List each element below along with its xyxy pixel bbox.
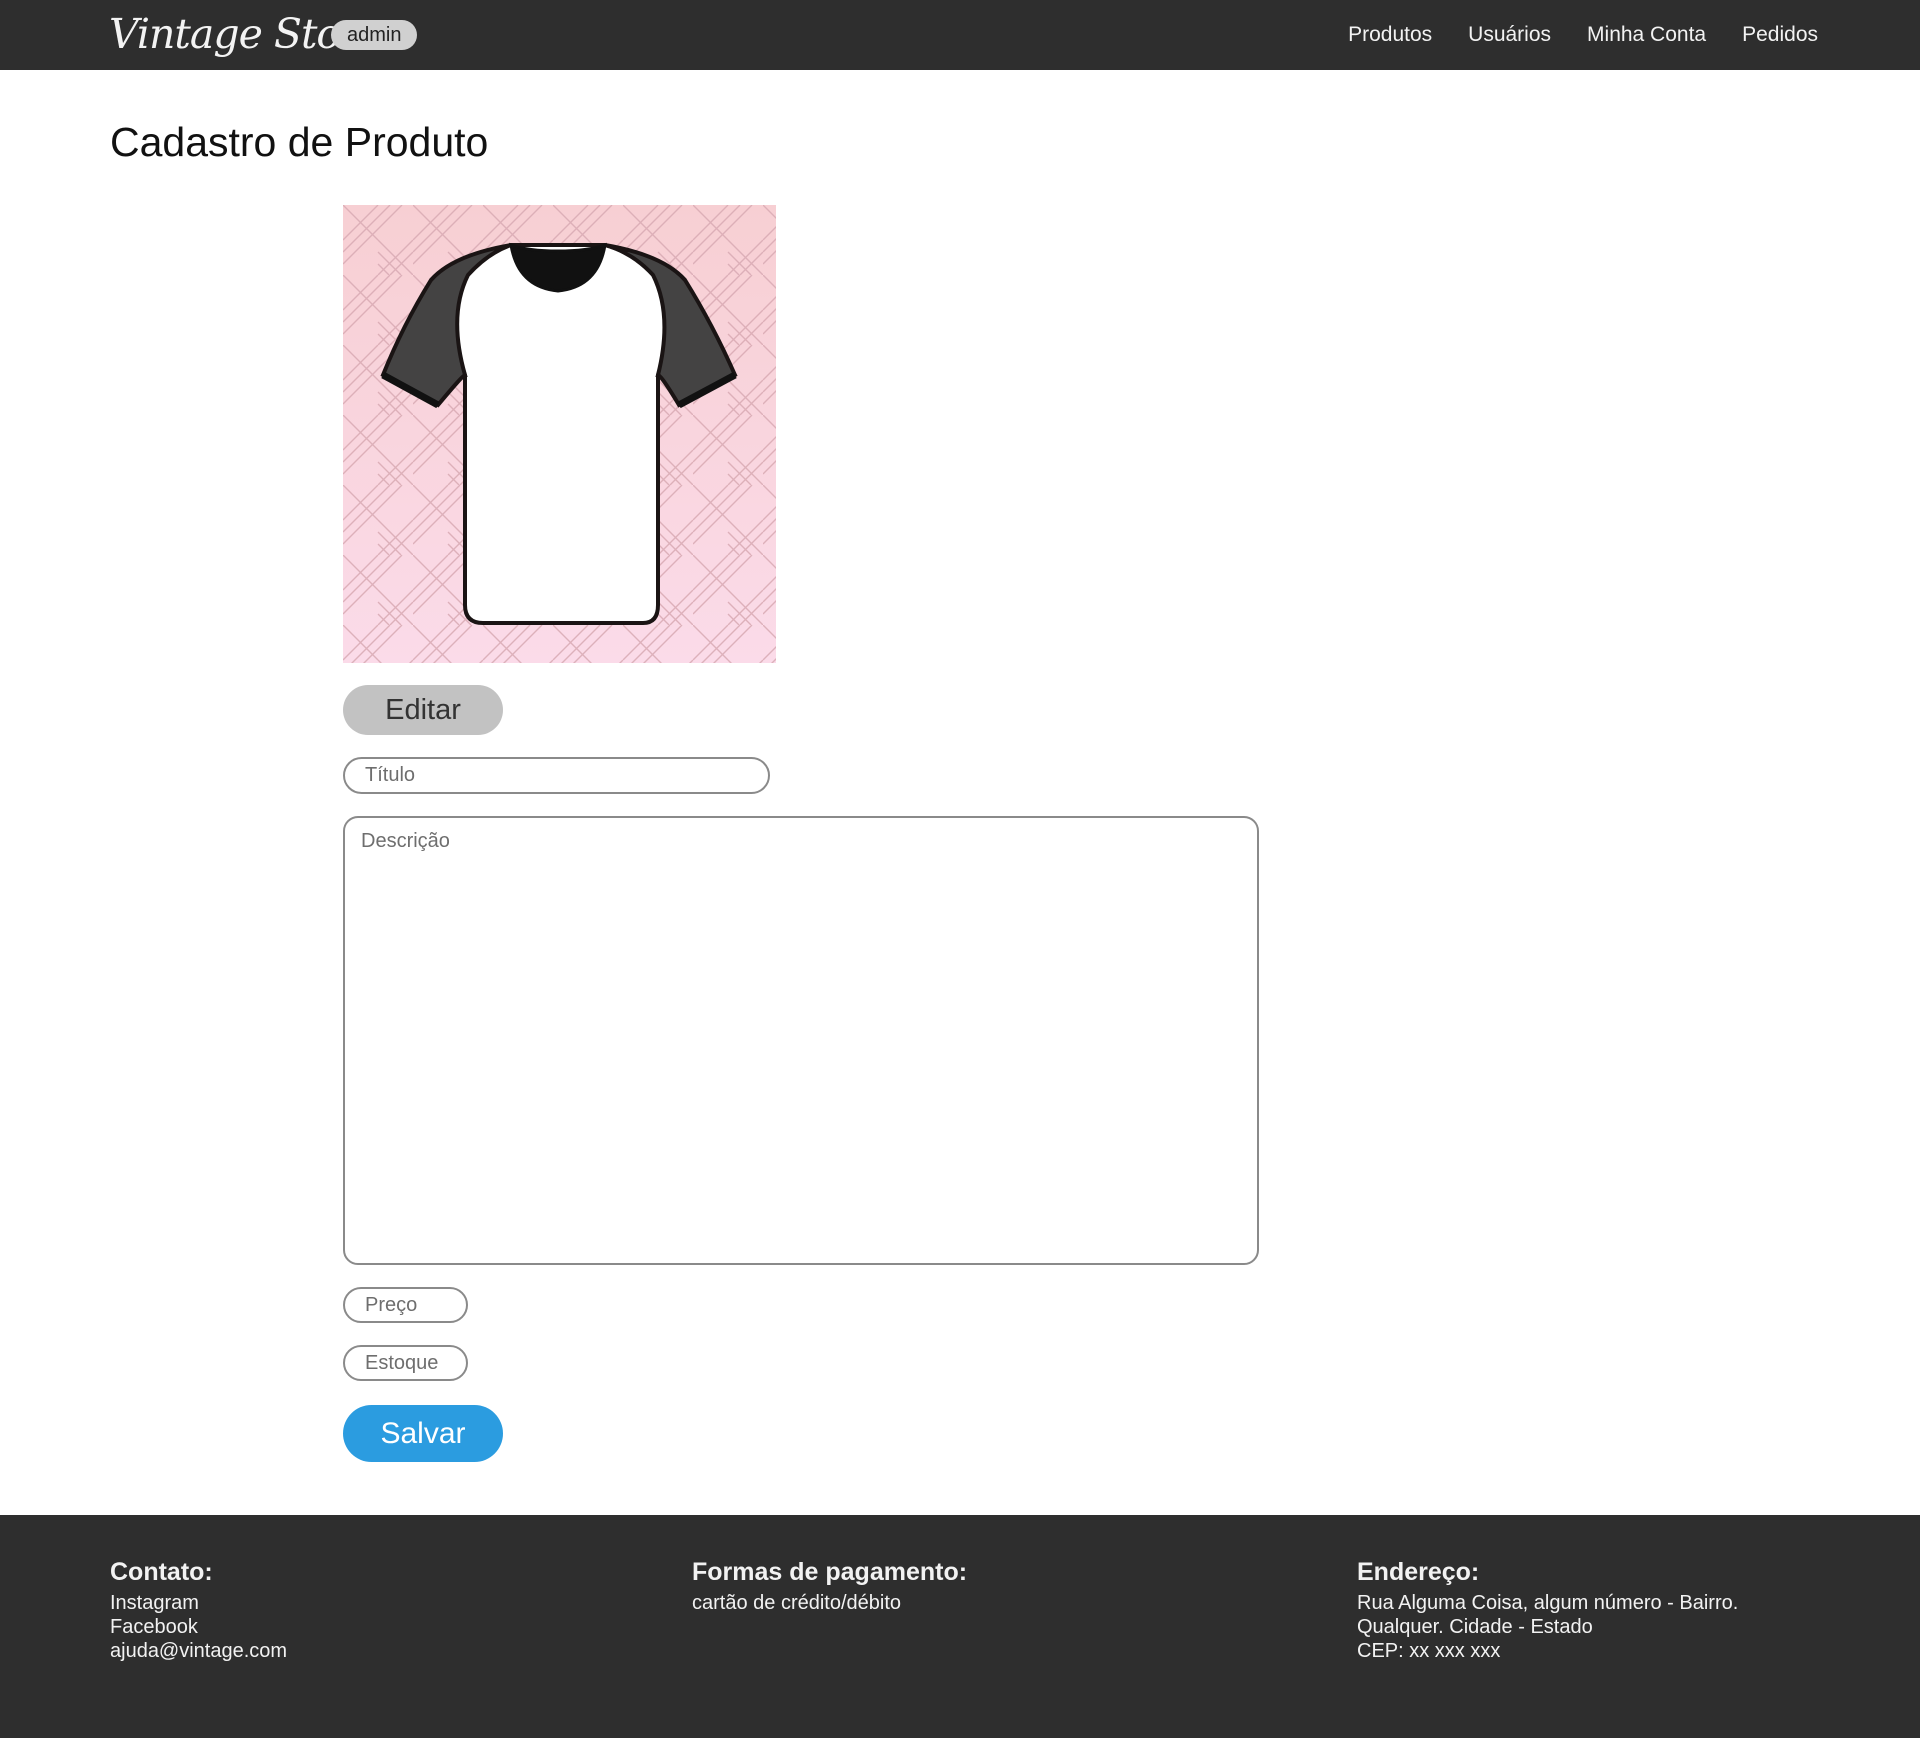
- footer-payment: Formas de pagamento: cartão de crédito/d…: [692, 1557, 967, 1615]
- footer-address: Endereço: Rua Alguma Coisa, algum número…: [1357, 1557, 1738, 1663]
- nav-link-pedidos[interactable]: Pedidos: [1742, 23, 1818, 47]
- title-input[interactable]: [343, 757, 770, 794]
- nav-links: Produtos Usuários Minha Conta Pedidos: [1348, 0, 1818, 70]
- footer-link-instagram[interactable]: Instagram: [110, 1591, 287, 1615]
- nav-link-minha-conta[interactable]: Minha Conta: [1587, 23, 1706, 47]
- footer-payment-heading: Formas de pagamento:: [692, 1558, 968, 1586]
- footer-contact-email[interactable]: ajuda@vintage.com: [110, 1639, 287, 1663]
- nav-link-produtos[interactable]: Produtos: [1348, 23, 1432, 47]
- footer-address-heading: Endereço:: [1357, 1558, 1480, 1586]
- description-textarea[interactable]: [343, 816, 1259, 1265]
- save-button[interactable]: Salvar: [343, 1405, 503, 1462]
- product-image: [343, 205, 776, 663]
- edit-image-button[interactable]: Editar: [343, 685, 503, 735]
- footer-link-facebook[interactable]: Facebook: [110, 1615, 287, 1639]
- footer-contact-heading: Contato:: [110, 1558, 213, 1586]
- nav-link-usuarios[interactable]: Usuários: [1468, 23, 1551, 47]
- page-title: Cadastro de Produto: [110, 119, 489, 165]
- footer-address-city: Qualquer. Cidade - Estado: [1357, 1616, 1593, 1638]
- footer-address-street: Rua Alguma Coisa, algum número - Bairro.: [1357, 1592, 1739, 1614]
- stock-input[interactable]: [343, 1345, 468, 1381]
- price-input[interactable]: [343, 1287, 468, 1323]
- navbar: Vintage Store admin Produtos Usuários Mi…: [0, 0, 1920, 70]
- footer-payment-method: cartão de crédito/débito: [692, 1592, 902, 1614]
- role-badge: admin: [331, 20, 418, 50]
- footer: Contato: Instagram Facebook ajuda@vintag…: [0, 1515, 1920, 1738]
- footer-address-cep: CEP: xx xxx xxx: [1357, 1640, 1501, 1662]
- footer-contact: Contato: Instagram Facebook ajuda@vintag…: [110, 1557, 287, 1663]
